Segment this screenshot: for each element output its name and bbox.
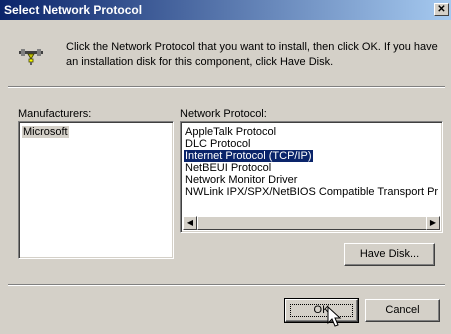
- protocol-item-netbeui[interactable]: NetBEUI Protocol: [184, 162, 272, 174]
- ok-button[interactable]: OK: [284, 298, 359, 323]
- have-disk-label: Have Disk...: [359, 248, 420, 260]
- manufacturers-label: Manufacturers:: [18, 108, 92, 120]
- protocol-item-network-monitor[interactable]: Network Monitor Driver: [184, 174, 298, 186]
- manufacturers-listbox[interactable]: Microsoft: [18, 121, 174, 259]
- arrow-left-icon: ◀: [186, 218, 194, 227]
- cancel-label: Cancel: [385, 304, 420, 316]
- scroll-left-button[interactable]: ◀: [183, 216, 197, 230]
- protocol-item-appletalk[interactable]: AppleTalk Protocol: [184, 126, 277, 138]
- network-protocol-listbox[interactable]: AppleTalk Protocol DLC Protocol Internet…: [180, 121, 443, 233]
- top-separator: [8, 86, 445, 88]
- arrow-right-icon: ▶: [429, 218, 437, 227]
- bottom-separator: [8, 284, 445, 286]
- window-title: Select Network Protocol: [4, 3, 143, 17]
- manufacturer-item-microsoft[interactable]: Microsoft: [22, 126, 69, 138]
- network-protocol-label: Network Protocol:: [180, 108, 267, 120]
- protocol-item-nwlink[interactable]: NWLink IPX/SPX/NetBIOS Compatible Transp…: [184, 186, 439, 198]
- close-icon: ✕: [437, 4, 446, 15]
- scroll-right-button[interactable]: ▶: [426, 216, 440, 230]
- instruction-text: Click the Network Protocol that you want…: [66, 41, 438, 68]
- cancel-button[interactable]: Cancel: [365, 299, 440, 322]
- protocol-horizontal-scrollbar[interactable]: ◀ ▶: [183, 216, 440, 230]
- select-network-protocol-dialog: Select Network Protocol ✕ Click the Netw…: [0, 0, 451, 334]
- title-bar[interactable]: Select Network Protocol ✕: [0, 0, 451, 20]
- close-button[interactable]: ✕: [434, 3, 449, 16]
- focus-rectangle: [290, 304, 353, 317]
- protocol-item-dlc[interactable]: DLC Protocol: [184, 138, 251, 150]
- mouse-pointer-icon: [327, 306, 342, 327]
- have-disk-button[interactable]: Have Disk...: [344, 243, 435, 266]
- scrollbar-thumb[interactable]: [197, 216, 427, 230]
- protocol-item-tcpip[interactable]: Internet Protocol (TCP/IP): [184, 150, 313, 162]
- network-protocol-icon: [19, 49, 43, 65]
